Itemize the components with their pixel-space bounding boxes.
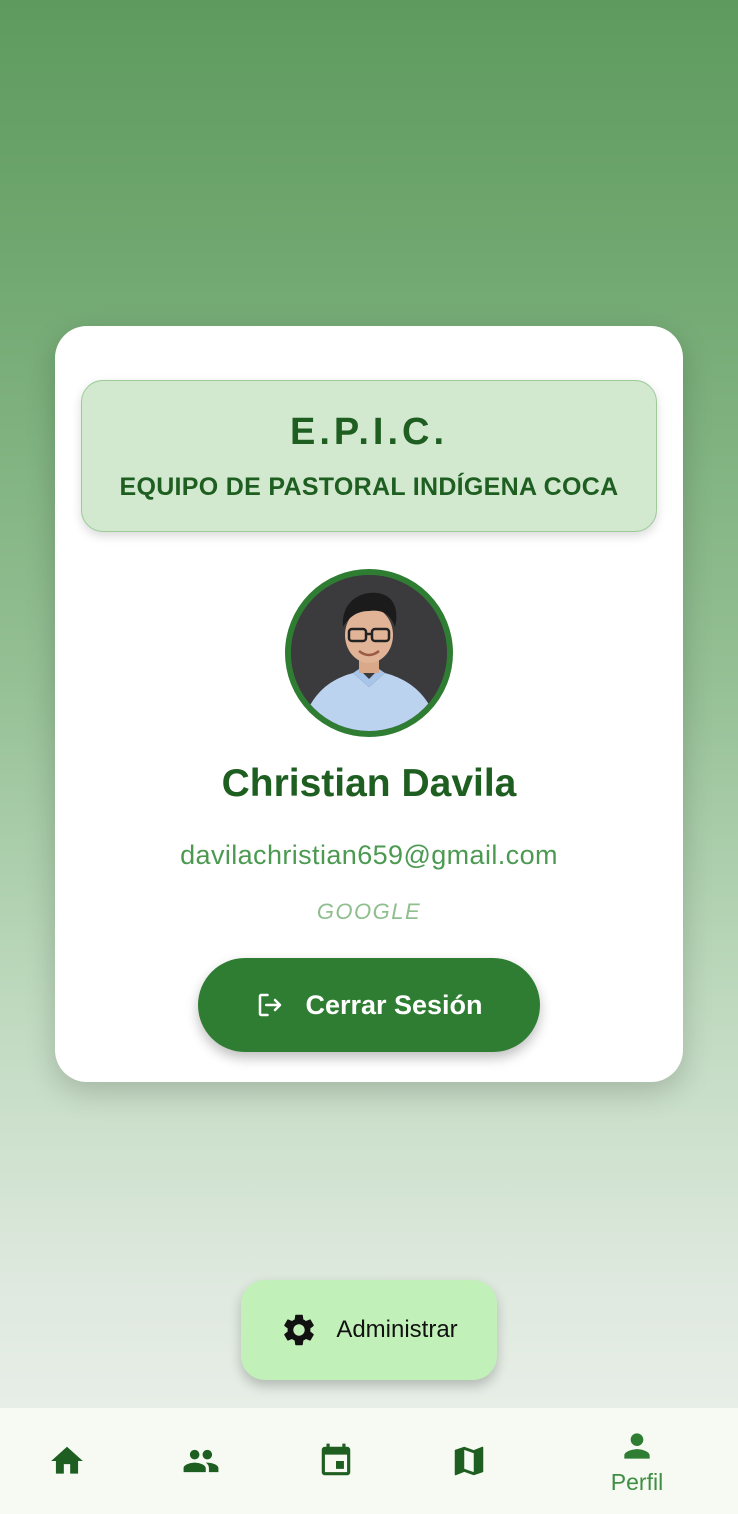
logout-icon <box>259 993 282 1017</box>
nav-item-calendar[interactable] <box>281 1408 391 1514</box>
people-icon <box>183 1449 219 1473</box>
user-email: davilachristian659@gmail.com <box>180 840 558 870</box>
admin-button[interactable]: Administrar <box>241 1280 497 1380</box>
auth-provider: GOOGLE <box>316 899 422 924</box>
calendar-icon <box>321 1443 351 1476</box>
nav-item-map[interactable] <box>414 1408 524 1514</box>
nav-item-people[interactable] <box>146 1408 256 1514</box>
nav-item-home[interactable] <box>12 1408 122 1514</box>
org-banner: E.P.I.C. EQUIPO DE PASTORAL INDÍGENA COC… <box>81 380 657 532</box>
admin-button-label: Administrar <box>336 1316 458 1343</box>
profile-card: E.P.I.C. EQUIPO DE PASTORAL INDÍGENA COC… <box>55 326 683 1082</box>
person-icon <box>624 1432 650 1459</box>
home-icon <box>51 1446 83 1474</box>
org-full-name: EQUIPO DE PASTORAL INDÍGENA COCA <box>119 473 619 501</box>
logout-button[interactable]: Cerrar Sesión <box>198 958 540 1052</box>
nav-item-profile[interactable]: Perfil <box>582 1408 692 1514</box>
org-acronym: E.P.I.C. <box>289 411 449 453</box>
gear-icon <box>284 1314 315 1346</box>
bottom-navigation: Perfil <box>0 1408 738 1514</box>
profile-photo <box>291 575 447 731</box>
user-name: Christian Davila <box>221 762 517 805</box>
avatar <box>285 569 453 737</box>
nav-label-profile: Perfil <box>610 1468 664 1495</box>
logout-button-label: Cerrar Sesión <box>305 989 483 1020</box>
map-icon <box>454 1446 484 1476</box>
